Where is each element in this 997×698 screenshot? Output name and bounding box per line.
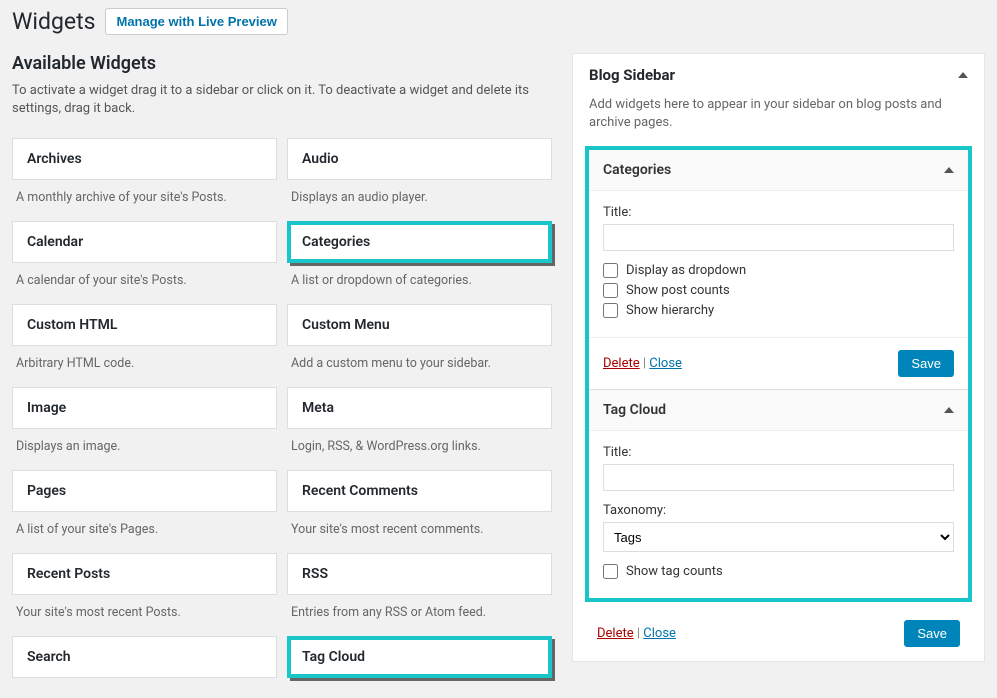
widget-custom-menu-desc: Add a custom menu to your sidebar. xyxy=(287,346,552,387)
widget-custom-menu[interactable]: Custom Menu xyxy=(287,304,552,346)
widget-audio-desc: Displays an audio player. xyxy=(287,180,552,221)
highlighted-widgets-group: Categories Title: Display as dropdown xyxy=(585,146,972,602)
sidebar-widget-tagcloud: Tag Cloud Title: Taxonomy: Tags xyxy=(589,390,968,598)
sidebar-zone-title: Blog Sidebar xyxy=(589,66,675,84)
categories-title-label: Title: xyxy=(603,205,954,220)
delete-link-tagcloud[interactable]: Delete xyxy=(597,626,634,641)
widget-custom-html[interactable]: Custom HTML xyxy=(12,304,277,346)
chevron-up-icon xyxy=(944,167,954,173)
sidebar-zone-blog-sidebar: Blog Sidebar Add widgets here to appear … xyxy=(572,53,985,662)
chevron-up-icon xyxy=(944,407,954,413)
checkbox-show-hierarchy[interactable] xyxy=(603,303,618,318)
label-display-as-dropdown: Display as dropdown xyxy=(626,263,746,278)
widget-rss[interactable]: RSS xyxy=(287,553,552,595)
save-button-categories[interactable]: Save xyxy=(898,350,954,377)
delete-link-categories[interactable]: Delete xyxy=(603,356,640,371)
tagcloud-title-input[interactable] xyxy=(603,464,954,491)
widget-meta-desc: Login, RSS, & WordPress.org links. xyxy=(287,429,552,470)
widget-tag-cloud[interactable]: Tag Cloud xyxy=(287,636,552,678)
sidebar-zone-desc: Add widgets here to appear in your sideb… xyxy=(573,96,984,146)
save-button-tagcloud[interactable]: Save xyxy=(904,620,960,647)
label-show-tag-counts: Show tag counts xyxy=(626,564,723,579)
widget-pages-desc: A list of your site's Pages. xyxy=(12,512,277,553)
categories-title-input[interactable] xyxy=(603,224,954,251)
widget-search[interactable]: Search xyxy=(12,636,277,678)
widget-name-tagcloud: Tag Cloud xyxy=(603,402,666,418)
page-title: Widgets Manage with Live Preview xyxy=(12,8,985,35)
widget-name-categories: Categories xyxy=(603,162,671,178)
widget-audio[interactable]: Audio xyxy=(287,138,552,180)
close-link-tagcloud[interactable]: Close xyxy=(643,626,676,641)
widget-calendar[interactable]: Calendar xyxy=(12,221,277,263)
sidebar-zone-header[interactable]: Blog Sidebar xyxy=(573,54,984,96)
close-link-categories[interactable]: Close xyxy=(649,356,682,371)
widget-image[interactable]: Image xyxy=(12,387,277,429)
widget-image-desc: Displays an image. xyxy=(12,429,277,470)
tagcloud-taxonomy-select[interactable]: Tags xyxy=(603,522,954,552)
widget-recent-comments-desc: Your site's most recent comments. xyxy=(287,512,552,553)
checkbox-display-as-dropdown[interactable] xyxy=(603,263,618,278)
widget-recent-comments[interactable]: Recent Comments xyxy=(287,470,552,512)
widget-archives-desc: A monthly archive of your site's Posts. xyxy=(12,180,277,221)
label-show-post-counts: Show post counts xyxy=(626,283,730,298)
checkbox-show-post-counts[interactable] xyxy=(603,283,618,298)
available-widgets-desc: To activate a widget drag it to a sideba… xyxy=(12,82,552,118)
widget-meta[interactable]: Meta xyxy=(287,387,552,429)
widget-categories[interactable]: Categories xyxy=(287,221,552,263)
widget-custom-html-desc: Arbitrary HTML code. xyxy=(12,346,277,387)
widget-rss-desc: Entries from any RSS or Atom feed. xyxy=(287,595,552,636)
widget-archives[interactable]: Archives xyxy=(12,138,277,180)
widget-head-categories[interactable]: Categories xyxy=(589,150,968,191)
sidebar-widget-categories: Categories Title: Display as dropdown xyxy=(589,150,968,390)
chevron-up-icon xyxy=(958,72,968,78)
widget-recent-posts-desc: Your site's most recent Posts. xyxy=(12,595,277,636)
available-widgets-heading: Available Widgets xyxy=(12,53,552,74)
widget-categories-desc: A list or dropdown of categories. xyxy=(287,263,552,304)
widget-pages[interactable]: Pages xyxy=(12,470,277,512)
tagcloud-taxonomy-label: Taxonomy: xyxy=(603,503,954,518)
tagcloud-title-label: Title: xyxy=(603,445,954,460)
label-show-hierarchy: Show hierarchy xyxy=(626,303,714,318)
widget-calendar-desc: A calendar of your site's Posts. xyxy=(12,263,277,304)
page-title-text: Widgets xyxy=(12,8,95,35)
widget-head-tagcloud[interactable]: Tag Cloud xyxy=(589,390,968,431)
widget-recent-posts[interactable]: Recent Posts xyxy=(12,553,277,595)
manage-live-preview-button[interactable]: Manage with Live Preview xyxy=(105,8,287,35)
checkbox-show-tag-counts[interactable] xyxy=(603,564,618,579)
available-widgets-grid: Archives Audio A monthly archive of your… xyxy=(12,138,552,678)
